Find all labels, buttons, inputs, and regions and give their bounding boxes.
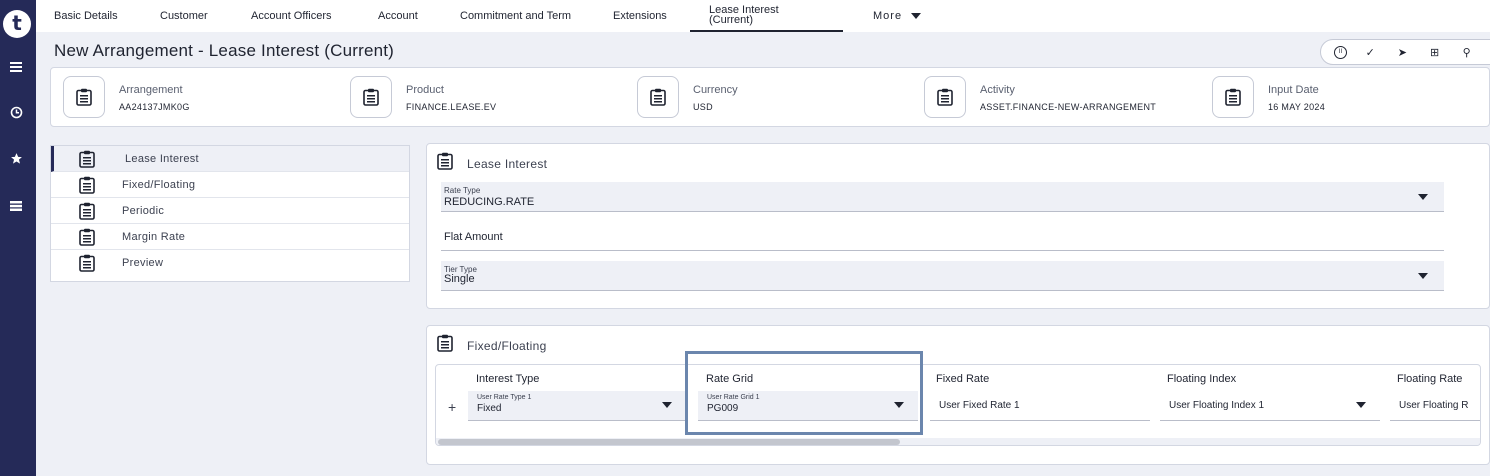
clipboard-icon <box>350 76 392 118</box>
star-icon[interactable] <box>0 152 32 168</box>
app-logo[interactable]: t <box>3 10 31 38</box>
panel-title: Lease Interest <box>467 156 548 171</box>
tier-type-value: Single <box>444 273 475 285</box>
tab-commitment-and-term[interactable]: Commitment and Term <box>460 0 572 32</box>
list-icon[interactable] <box>0 199 32 214</box>
floating-index-placeholder: User Floating Index 1 <box>1169 400 1265 411</box>
commit-icon[interactable]: ➤ <box>1393 46 1411 59</box>
scrollbar-thumb[interactable] <box>438 439 900 445</box>
clipboard-icon <box>1212 76 1254 118</box>
summary-label: Product <box>406 84 444 96</box>
tab-account[interactable]: Account <box>378 0 418 32</box>
tab-extensions[interactable]: Extensions <box>613 0 667 32</box>
clipboard-icon <box>437 152 453 175</box>
fixed-floating-panel: Fixed/Floating + Interest Type User Rate… <box>426 325 1490 465</box>
arrangement-summary: Arrangement AA24137JMK0G Product FINANCE… <box>50 67 1490 127</box>
tab-bar: Basic Details Customer Account Officers … <box>36 0 1490 32</box>
nav-item-lease-interest[interactable]: Lease Interest <box>51 146 409 172</box>
chevron-down-icon[interactable] <box>1418 273 1428 279</box>
summary-label: Arrangement <box>119 84 183 96</box>
rate-type-label: Rate Type <box>444 186 481 195</box>
rate-grid-highlight <box>685 351 923 435</box>
tab-more-label: More <box>873 10 903 22</box>
lease-interest-panel: Lease Interest Rate Type REDUCING.RATE F… <box>426 143 1490 309</box>
floating-rate-field[interactable]: User Floating R <box>1390 391 1480 421</box>
search-icon[interactable]: ⚲ <box>1458 46 1476 59</box>
nav-item-fixed-floating[interactable]: Fixed/Floating <box>51 172 409 198</box>
nav-item-label: Margin Rate <box>122 230 186 243</box>
clipboard-icon <box>79 254 95 277</box>
clipboard-icon <box>637 76 679 118</box>
summary-label: Currency <box>693 84 738 96</box>
tab-more[interactable]: More <box>873 0 922 32</box>
chevron-down-icon[interactable] <box>1356 402 1366 408</box>
clipboard-icon <box>79 202 95 225</box>
summary-value: USD <box>693 102 713 112</box>
nav-item-preview[interactable]: Preview <box>51 250 409 276</box>
panel-header: Lease Interest <box>437 152 547 175</box>
rate-type-value: REDUCING.RATE <box>444 196 535 208</box>
page-title: New Arrangement - Lease Interest (Curren… <box>54 41 395 60</box>
nav-item-margin-rate[interactable]: Margin Rate <box>51 224 409 250</box>
tab-account-officers[interactable]: Account Officers <box>251 0 332 32</box>
menu-icon[interactable] <box>0 60 32 75</box>
summary-value: FINANCE.LEASE.EV <box>406 102 497 112</box>
section-nav: Lease Interest Fixed/Floating Periodic M… <box>50 145 410 282</box>
floating-index-select[interactable]: User Floating Index 1 <box>1160 391 1380 421</box>
panel-header: Fixed/Floating <box>437 334 547 357</box>
clipboard-icon <box>437 334 453 357</box>
tab-lease-interest-current[interactable]: Lease Interest (Current) <box>690 0 843 32</box>
left-rail: t <box>0 0 36 476</box>
clipboard-icon <box>79 228 95 251</box>
tab-lease-interest-label: Lease Interest (Current) <box>709 4 779 26</box>
interest-type-select[interactable]: User Rate Type 1 Fixed <box>468 391 686 421</box>
summary-value: AA24137JMK0G <box>119 102 190 112</box>
summary-label: Activity <box>980 84 1015 96</box>
column-header-floating-rate: Floating Rate <box>1397 373 1463 385</box>
horizontal-scrollbar[interactable] <box>436 438 1480 445</box>
clipboard-icon <box>924 76 966 118</box>
fixed-floating-grid: + Interest Type User Rate Type 1 Fixed R… <box>435 364 1481 446</box>
add-row-icon[interactable]: + <box>448 399 456 415</box>
flat-amount-placeholder: Flat Amount <box>444 231 503 243</box>
column-header-floating-index: Floating Index <box>1167 373 1237 385</box>
summary-label: Input Date <box>1268 84 1319 96</box>
clipboard-icon <box>63 76 105 118</box>
new-icon[interactable]: ⊞ <box>1426 46 1444 59</box>
interest-type-field-label: User Rate Type 1 <box>477 394 532 401</box>
nav-item-label: Fixed/Floating <box>122 178 196 191</box>
nav-item-periodic[interactable]: Periodic <box>51 198 409 224</box>
summary-value: ASSET.FINANCE-NEW-ARRANGEMENT <box>980 102 1157 112</box>
interest-type-value: Fixed <box>477 403 502 414</box>
fixed-rate-field[interactable]: User Fixed Rate 1 <box>930 391 1150 421</box>
action-toolbar: II ✓ ➤ ⊞ ⚲ ••• <box>1320 39 1490 65</box>
nav-item-label: Lease Interest <box>125 152 199 165</box>
history-icon[interactable] <box>0 106 32 122</box>
column-header-interest-type: Interest Type <box>476 373 540 385</box>
pause-icon[interactable]: II <box>1334 45 1348 59</box>
clipboard-icon <box>79 176 95 199</box>
nav-item-label: Periodic <box>122 204 165 217</box>
fixed-rate-placeholder: User Fixed Rate 1 <box>939 400 1020 411</box>
summary-value: 16 MAY 2024 <box>1268 102 1326 112</box>
clipboard-icon <box>79 150 95 173</box>
flat-amount-field[interactable]: Flat Amount <box>441 224 1444 251</box>
floating-rate-placeholder: User Floating R <box>1399 400 1469 411</box>
column-header-fixed-rate: Fixed Rate <box>936 373 990 385</box>
chevron-down-icon[interactable] <box>662 402 672 408</box>
tab-basic-details[interactable]: Basic Details <box>54 0 118 32</box>
tier-type-select[interactable]: Tier Type Single <box>441 261 1444 291</box>
tab-customer[interactable]: Customer <box>160 0 208 32</box>
panel-title: Fixed/Floating <box>467 338 547 353</box>
chevron-down-icon <box>911 13 922 19</box>
validate-icon[interactable]: ✓ <box>1361 46 1379 59</box>
rate-type-select[interactable]: Rate Type REDUCING.RATE <box>441 182 1444 212</box>
nav-item-label: Preview <box>122 257 164 269</box>
chevron-down-icon[interactable] <box>1418 194 1428 200</box>
title-bar: New Arrangement - Lease Interest (Curren… <box>36 32 1490 66</box>
